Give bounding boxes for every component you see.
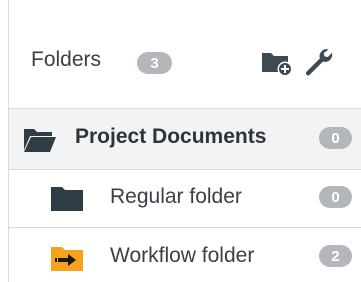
folder-row-regular-folder[interactable]: Regular folder 0	[9, 170, 361, 228]
panel-title: Folders	[31, 48, 102, 71]
folder-icon	[51, 187, 83, 211]
open-folder-icon	[24, 129, 56, 152]
folder-label: Regular folder	[110, 185, 242, 208]
folder-count-badge: 0	[319, 127, 352, 149]
folder-label: Workflow folder	[110, 244, 255, 267]
folder-count-badge: 0	[319, 186, 352, 208]
folder-count-badge: 2	[319, 245, 352, 267]
folder-row-workflow-folder[interactable]: Workflow folder 2	[9, 228, 361, 282]
folder-row-project-documents[interactable]: Project Documents 0	[9, 109, 361, 170]
panel-header: Folders 3	[9, 0, 361, 109]
wrench-icon[interactable]	[301, 44, 335, 78]
folder-count-badge: 3	[137, 52, 172, 74]
folder-label: Project Documents	[75, 125, 267, 148]
add-folder-icon[interactable]	[260, 44, 294, 78]
workflow-folder-icon	[51, 247, 83, 271]
folders-panel: Folders 3 Project Documents 0 Regular fo…	[0, 0, 361, 282]
